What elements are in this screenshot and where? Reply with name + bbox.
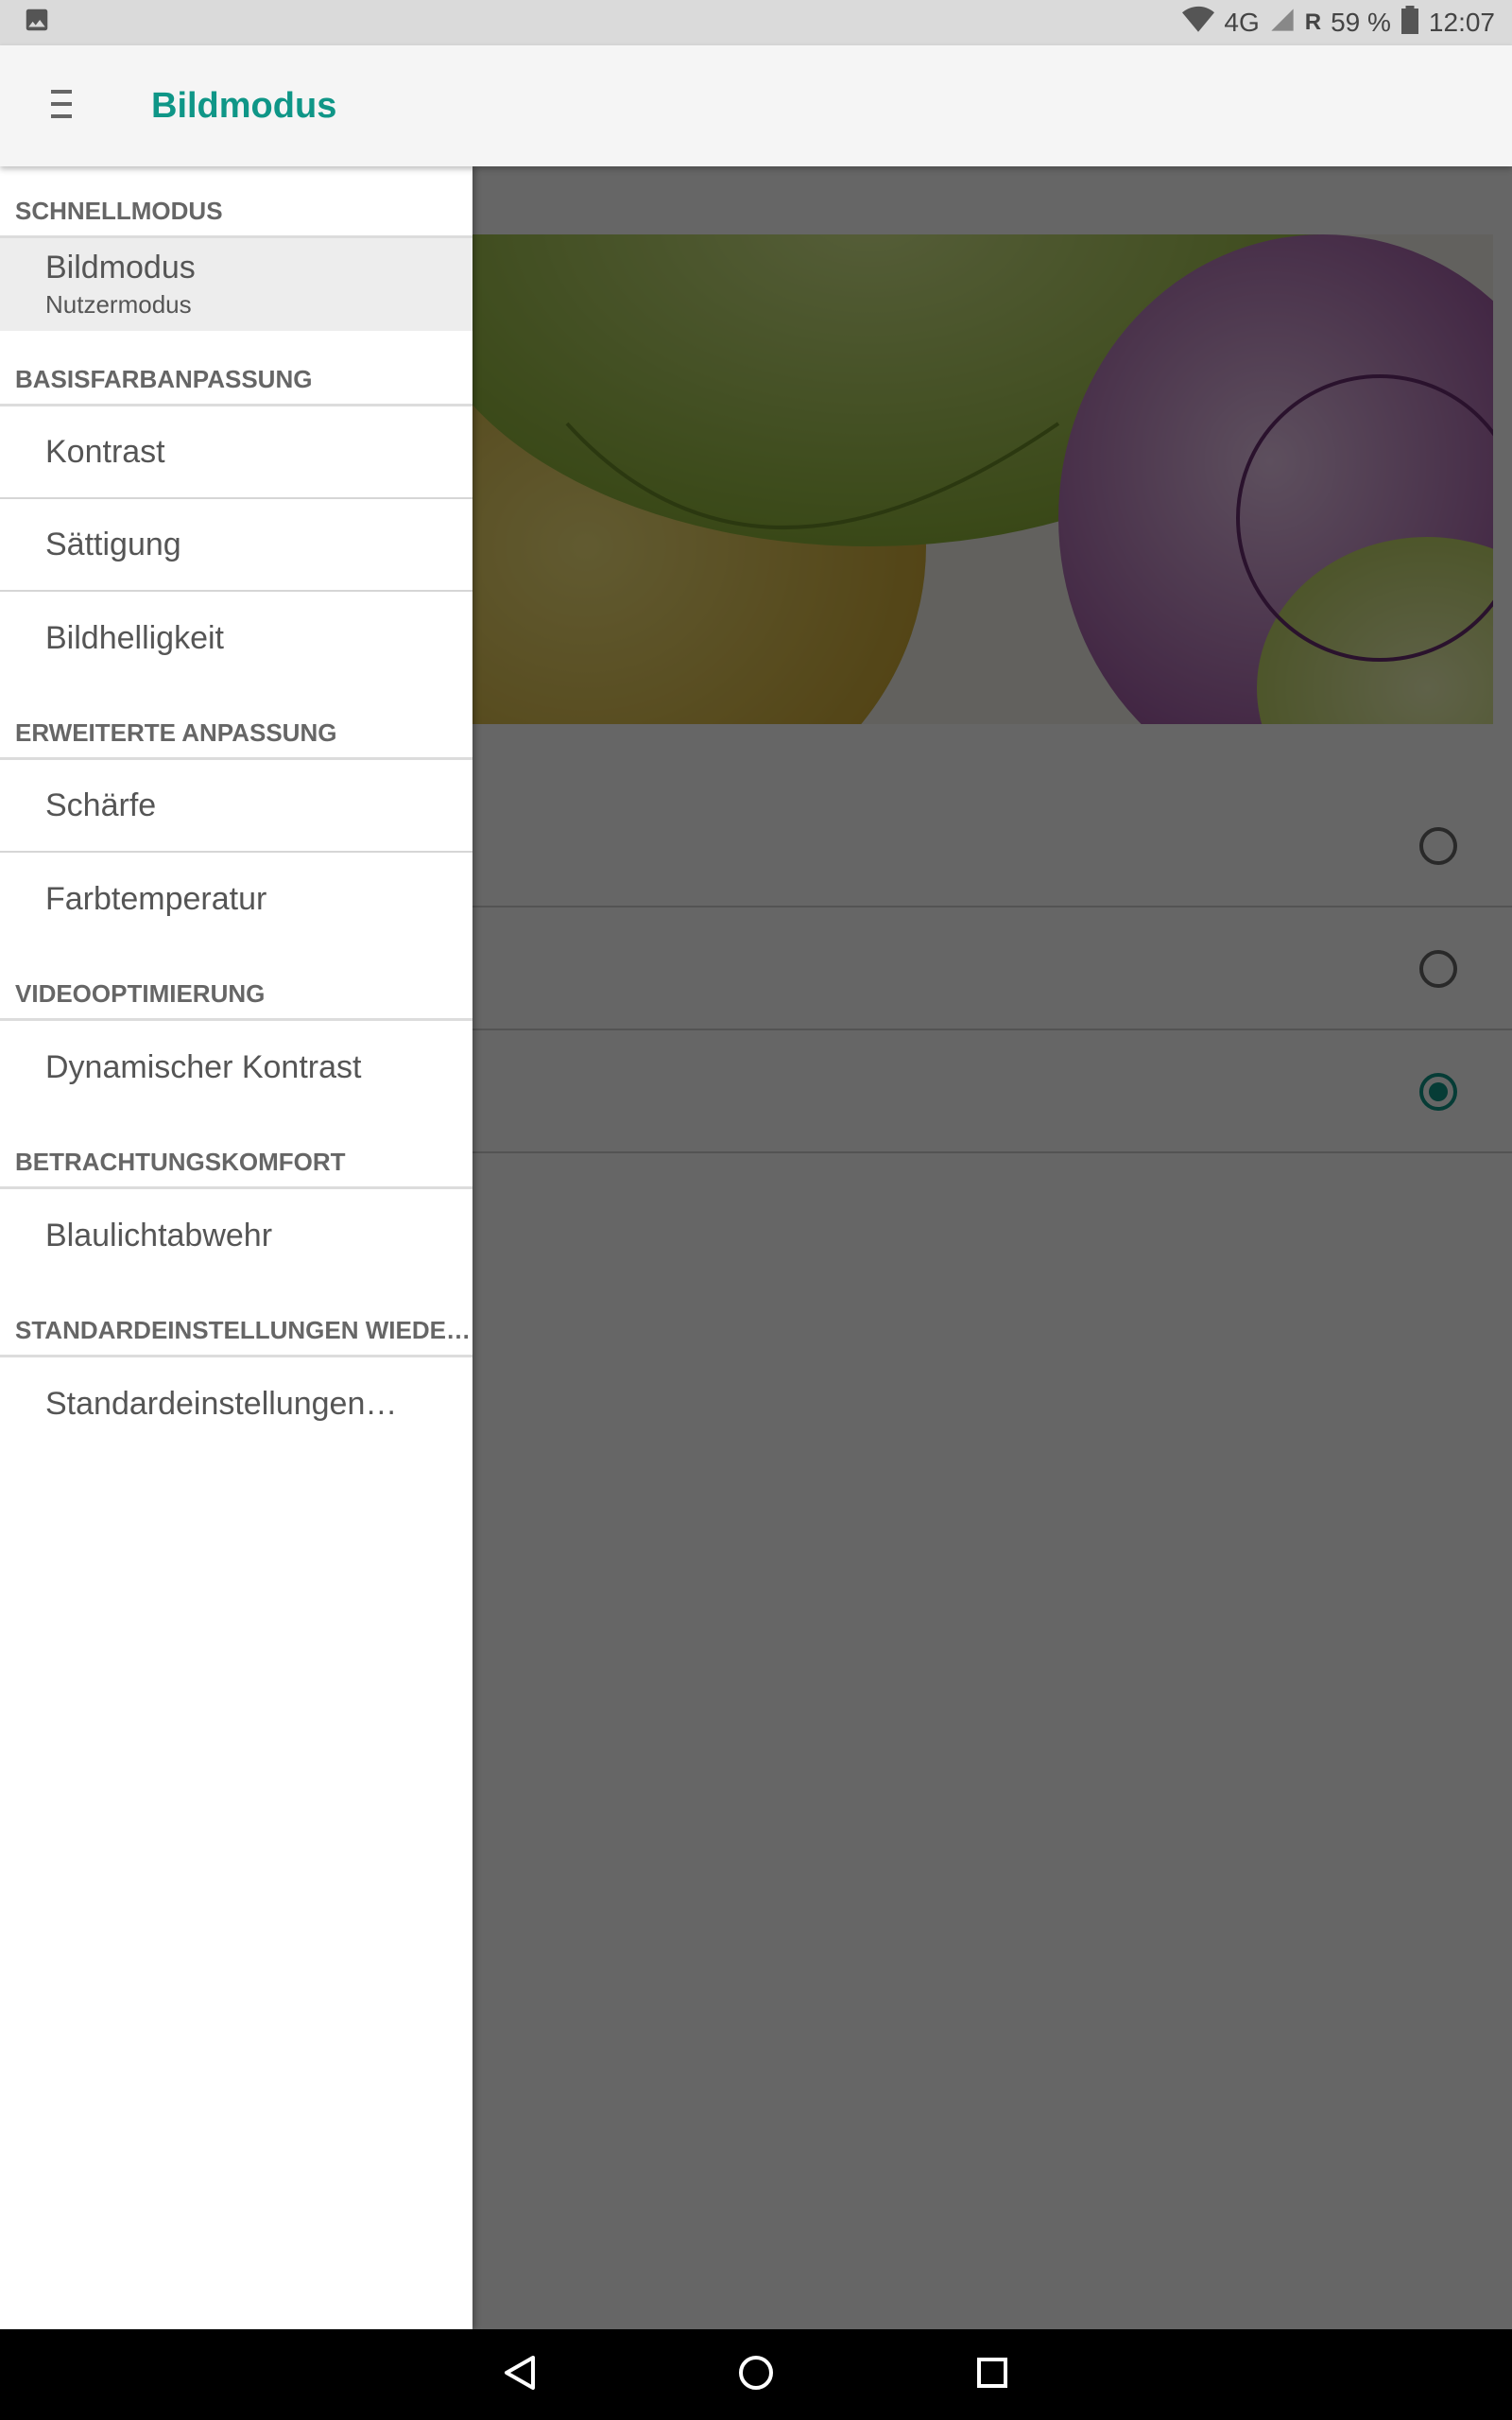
recents-button[interactable] <box>959 2342 1025 2408</box>
drawer-item-kontrast[interactable]: Kontrast <box>0 406 472 499</box>
section-header-videooptimierung: VIDEOOPTIMIERUNG <box>0 945 472 1021</box>
home-button[interactable] <box>723 2342 789 2408</box>
back-icon <box>503 2354 537 2396</box>
recents-icon <box>975 2356 1009 2394</box>
drawer-item-schaerfe[interactable]: Schärfe <box>0 760 472 853</box>
drawer-item-saettigung[interactable]: Sättigung <box>0 499 472 592</box>
network-type: 4G <box>1224 8 1260 37</box>
menu-button[interactable] <box>0 45 123 166</box>
section-header-standardeinstellungen: STANDARDEINSTELLUNGEN WIEDE… <box>0 1282 472 1357</box>
battery-icon <box>1400 5 1419 41</box>
section-header-erweiterte-anpassung: ERWEITERTE ANPASSUNG <box>0 684 472 760</box>
battery-percent: 59 % <box>1331 8 1391 37</box>
clock: 12:07 <box>1428 8 1495 37</box>
drawer-item-blaulichtabwehr[interactable]: Blaulichtabwehr <box>0 1189 472 1282</box>
section-header-betrachtungskomfort: BETRACHTUNGSKOMFORT <box>0 1114 472 1189</box>
roaming-indicator: R <box>1304 9 1322 35</box>
system-navigation-bar <box>0 2329 1512 2420</box>
drawer-item-bildhelligkeit[interactable]: Bildhelligkeit <box>0 592 472 684</box>
section-header-schnellmodus: SCHNELLMODUS <box>0 166 472 238</box>
status-bar: 4G R 59 % 12:07 <box>0 0 1512 45</box>
drawer-item-label: Bildmodus <box>45 250 196 285</box>
section-header-basisfarbanpassung: BASISFARBANPASSUNG <box>0 331 472 406</box>
navigation-drawer: SCHNELLMODUS Bildmodus Nutzermodus BASIS… <box>0 166 472 2329</box>
back-button[interactable] <box>487 2342 553 2408</box>
drawer-item-farbtemperatur[interactable]: Farbtemperatur <box>0 853 472 945</box>
drawer-item-subtitle: Nutzermodus <box>45 290 192 319</box>
app-bar: Bildmodus <box>0 45 1512 166</box>
wifi-icon <box>1182 6 1215 41</box>
drawer-item-standardeinstellungen[interactable]: Standardeinstellungen… <box>0 1357 472 1450</box>
page-title: Bildmodus <box>151 85 337 126</box>
image-icon <box>23 6 51 41</box>
menu-icon <box>51 89 72 123</box>
drawer-item-dynamischer-kontrast[interactable]: Dynamischer Kontrast <box>0 1021 472 1114</box>
signal-icon <box>1269 7 1296 40</box>
home-icon <box>737 2354 775 2396</box>
drawer-item-bildmodus[interactable]: Bildmodus Nutzermodus <box>0 238 472 331</box>
